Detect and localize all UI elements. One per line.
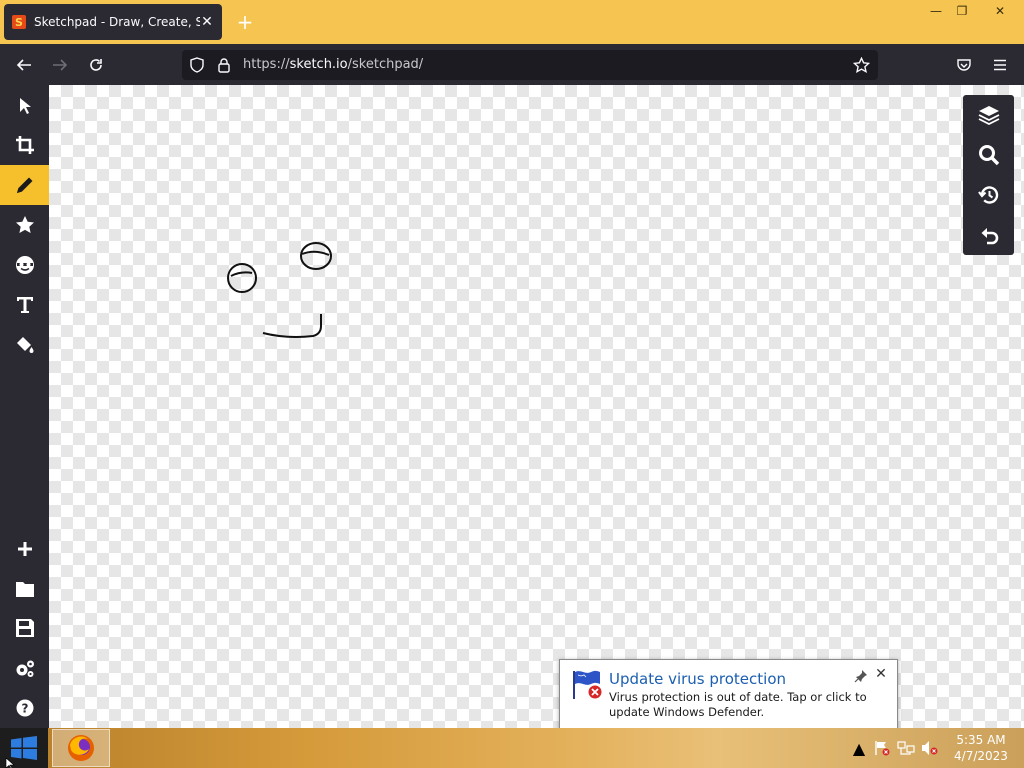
notification-title: Update virus protection	[609, 670, 787, 688]
sketchpad-favicon-icon: S	[12, 15, 26, 29]
tracking-protection-shield-icon	[190, 57, 204, 73]
plus-icon	[17, 542, 32, 556]
folder-icon	[15, 582, 34, 597]
restore-button[interactable]: ❐	[949, 0, 975, 22]
url-bar[interactable]: https://sketch.io/sketchpad/	[182, 50, 878, 80]
history-button[interactable]	[963, 175, 1014, 215]
svg-text:S: S	[15, 16, 23, 29]
gears-icon	[16, 660, 34, 677]
select-tool[interactable]	[0, 86, 49, 126]
network-icon[interactable]	[897, 740, 915, 756]
mouse-cursor-icon	[5, 758, 15, 768]
notification-toast[interactable]: Update virus protection Virus protection…	[559, 659, 898, 744]
settings-button[interactable]	[0, 649, 49, 689]
layers-icon	[978, 106, 999, 126]
stamp-tool[interactable]	[0, 205, 49, 245]
reload-button[interactable]	[83, 52, 109, 78]
forward-button[interactable]	[47, 52, 73, 78]
arrow-pointer-icon	[19, 98, 31, 114]
tab-title: Sketchpad - Draw, Create, Share!	[34, 15, 200, 29]
left-toolbar: ?	[0, 85, 49, 728]
sketch-left-eye	[227, 263, 257, 293]
pocket-icon	[957, 59, 971, 71]
star-icon	[15, 216, 34, 233]
right-toolbar	[963, 95, 1014, 255]
undo-icon	[981, 228, 998, 245]
browser-tab-strip: S Sketchpad - Draw, Create, Share! ✕ + —…	[0, 0, 1024, 44]
url-text: https://sketch.io/sketchpad/	[243, 57, 423, 72]
navigation-bar: https://sketch.io/sketchpad/	[0, 44, 1024, 85]
taskbar-firefox[interactable]	[52, 729, 110, 767]
lock-icon	[218, 58, 230, 73]
undo-button[interactable]	[963, 215, 1014, 255]
taskbar-clock[interactable]: 5:35 AM 4/7/2023	[948, 732, 1014, 764]
open-button[interactable]	[0, 569, 49, 609]
app-menu-button[interactable]	[987, 52, 1013, 78]
history-icon	[977, 186, 998, 204]
help-button[interactable]: ?	[0, 688, 49, 728]
defender-flag-icon	[573, 670, 603, 700]
face-icon	[15, 256, 34, 274]
text-tool[interactable]	[0, 285, 49, 325]
reload-icon	[90, 59, 102, 71]
bookmark-star-icon	[853, 57, 870, 74]
action-center-flag-icon[interactable]	[873, 740, 891, 756]
pin-icon[interactable]	[854, 669, 868, 683]
sketch-right-eye	[300, 242, 332, 270]
new-tab-button[interactable]: +	[232, 8, 258, 36]
zoom-button[interactable]	[963, 135, 1014, 175]
browser-tab[interactable]: S Sketchpad - Draw, Create, Share! ✕	[4, 4, 222, 40]
pocket-button[interactable]	[951, 52, 977, 78]
magnifier-icon	[978, 145, 999, 166]
save-button[interactable]	[0, 608, 49, 648]
clock-time: 5:35 AM	[956, 733, 1006, 747]
url-scheme: https://	[243, 57, 290, 72]
tab-close-icon[interactable]: ✕	[200, 14, 214, 30]
question-icon: ?	[16, 699, 33, 717]
paint-bucket-icon	[16, 337, 33, 353]
window-close-button[interactable]: ✕	[988, 0, 1012, 22]
firefox-icon	[68, 735, 94, 761]
clock-date: 4/7/2023	[954, 749, 1008, 763]
desktop: S Sketchpad - Draw, Create, Share! ✕ + —…	[0, 0, 1024, 768]
forward-arrow-icon	[53, 59, 68, 71]
fill-tool[interactable]	[0, 325, 49, 365]
svg-text:?: ?	[21, 702, 28, 716]
back-button[interactable]	[11, 52, 37, 78]
drawing-canvas[interactable]	[49, 85, 1024, 728]
minimize-button[interactable]: —	[923, 0, 949, 22]
crop-tool[interactable]	[0, 125, 49, 165]
pencil-tool[interactable]	[0, 165, 49, 205]
volume-muted-icon[interactable]	[921, 740, 939, 756]
sketch-mouth	[262, 314, 322, 338]
hamburger-menu-icon	[994, 59, 1006, 71]
emoji-tool[interactable]	[0, 245, 49, 285]
floppy-icon	[15, 619, 34, 637]
crop-icon	[15, 136, 34, 154]
notification-body: Virus protection is out of date. Tap or …	[609, 690, 867, 719]
new-button[interactable]	[0, 529, 49, 569]
tray-expand-button[interactable]: ▲	[850, 739, 868, 758]
layers-button[interactable]	[963, 95, 1014, 135]
windows-logo-icon	[11, 736, 37, 760]
taskbar: ▲ 5:35 AM 4/7/2023	[0, 728, 1024, 768]
url-path: /sketchpad/	[347, 57, 424, 72]
back-arrow-icon	[16, 59, 31, 71]
sketch-drawing	[227, 242, 332, 338]
notification-close-button[interactable]: ✕	[873, 666, 889, 682]
text-icon	[16, 297, 33, 313]
pencil-icon	[16, 177, 32, 193]
url-host: sketch.io	[289, 57, 348, 72]
